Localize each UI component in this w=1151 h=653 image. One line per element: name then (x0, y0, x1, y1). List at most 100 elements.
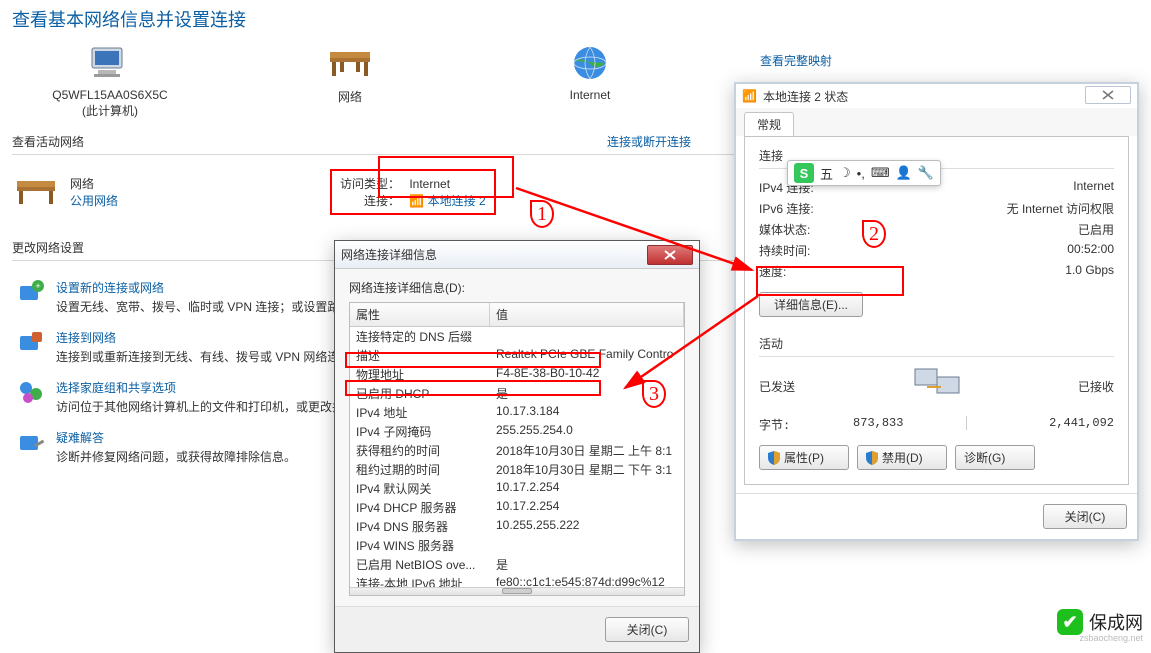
speed-value: 1.0 Gbps (1065, 263, 1114, 280)
prop-cell: 租约过期的时间 (350, 460, 490, 479)
wrench-icon[interactable]: 🔧 (918, 165, 934, 181)
signal-icon: 📶 (409, 194, 424, 208)
detail-title: 网络连接详细信息 (341, 246, 647, 263)
watermark-text: 保成网 (1089, 609, 1143, 635)
val-cell: 10.255.255.222 (490, 517, 684, 536)
prop-cell: IPv4 默认网关 (350, 479, 490, 498)
grid-row[interactable]: 租约过期的时间2018年10月30日 星期二 下午 3:1 (350, 460, 684, 479)
watermark-sub: zsbaocheng.net (1079, 633, 1143, 643)
detail-heading: 网络连接详细信息(D): (349, 279, 685, 296)
prop-cell: IPv4 WINS 服务器 (350, 536, 490, 555)
prop-cell: 描述 (350, 346, 490, 365)
troubleshoot-desc: 诊断并修复网络问题，或获得故障排除信息。 (56, 448, 296, 465)
keyboard-icon[interactable]: ⌨ (871, 165, 890, 181)
connect-net-icon (16, 329, 48, 357)
grid-row[interactable]: 已启用 DHCP是 (350, 384, 684, 403)
detail-titlebar[interactable]: 网络连接详细信息 (335, 241, 699, 269)
moon-icon[interactable]: ☽ (839, 165, 851, 181)
detail-close-button[interactable]: 关闭(C) (605, 617, 689, 642)
view-full-map-link[interactable]: 查看完整映射 (760, 52, 832, 69)
globe-icon (566, 42, 614, 84)
properties-button[interactable]: 属性(P) (759, 445, 849, 470)
grid-row[interactable]: 获得租约的时间2018年10月30日 星期二 上午 8:1 (350, 441, 684, 460)
recv-label: 已接收 (1078, 378, 1114, 395)
col-value[interactable]: 值 (490, 303, 684, 326)
prop-cell: 获得租约的时间 (350, 441, 490, 460)
grid-row[interactable]: IPv4 子网掩码255.255.254.0 (350, 422, 684, 441)
grid-row[interactable]: IPv4 默认网关10.17.2.254 (350, 479, 684, 498)
val-cell: 255.255.254.0 (490, 422, 684, 441)
local-connection-link[interactable]: 本地连接 2 (428, 194, 486, 208)
val-cell (490, 327, 684, 346)
node-network: 网络 (260, 42, 440, 105)
network-name: 网络 (70, 175, 270, 192)
tab-general[interactable]: 常规 (744, 112, 794, 136)
page-title: 查看基本网络信息并设置连接 (0, 0, 1151, 42)
grid-row[interactable]: 描述Realtek PCIe GBE Family Contro (350, 346, 684, 365)
prop-cell: IPv4 DHCP 服务器 (350, 498, 490, 517)
close-icon (664, 250, 676, 260)
val-cell: 是 (490, 555, 684, 574)
grid-row[interactable]: 连接-本地 IPv6 地址fe80::c1c1:e545:874d:d99c%1… (350, 574, 684, 587)
public-network-link[interactable]: 公用网络 (70, 192, 270, 209)
grid-row[interactable]: IPv4 DNS 服务器10.255.255.222 (350, 517, 684, 536)
node-internet-label: Internet (500, 88, 680, 102)
ipv6-conn-value: 无 Internet 访问权限 (1007, 200, 1114, 217)
disable-button[interactable]: 禁用(D) (857, 445, 947, 470)
details-button[interactable]: 详细信息(E)... (759, 292, 863, 317)
grid-row[interactable]: IPv4 WINS 服务器 (350, 536, 684, 555)
node-computer-label: Q5WFL15AA0S6X5C (20, 88, 200, 102)
connect-net-link[interactable]: 连接到网络 (56, 329, 363, 346)
speed-label: 速度: (759, 263, 786, 280)
shield-icon (866, 451, 878, 465)
person-icon[interactable]: 👤 (896, 165, 912, 181)
val-cell (490, 536, 684, 555)
val-cell: Realtek PCIe GBE Family Contro (490, 346, 684, 365)
close-icon (1102, 90, 1114, 100)
prop-cell: 已启用 NetBIOS ove... (350, 555, 490, 574)
connect-net-desc: 连接到或重新连接到无线、有线、拨号或 VPN 网络连接。 (56, 348, 363, 365)
recv-bytes: 2,441,092 (1049, 416, 1114, 433)
ime-wu[interactable]: 五 (820, 164, 833, 183)
status-title: 本地连接 2 状态 (763, 88, 1131, 105)
node-computer: Q5WFL15AA0S6X5C (此计算机) (20, 42, 200, 119)
sent-label: 已发送 (759, 378, 795, 395)
close-button[interactable] (1085, 86, 1131, 104)
access-type-value: Internet (409, 177, 450, 191)
troubleshoot-link[interactable]: 疑难解答 (56, 429, 296, 446)
ime-toolbar[interactable]: S 五 ☽ •, ⌨ 👤 🔧 (787, 160, 941, 186)
prop-cell: 物理地址 (350, 365, 490, 384)
detail-dialog: 网络连接详细信息 网络连接详细信息(D): 属性 值 连接特定的 DNS 后缀描… (334, 240, 700, 653)
troubleshoot-icon (16, 429, 48, 457)
prop-cell: IPv4 子网掩码 (350, 422, 490, 441)
bench-icon (326, 42, 374, 84)
scroll-indicator[interactable] (350, 587, 684, 595)
prop-cell: IPv4 DNS 服务器 (350, 517, 490, 536)
sent-bytes: 873,833 (853, 416, 903, 433)
val-cell: fe80::c1c1:e545:874d:d99c%12 (490, 574, 684, 587)
connect-disconnect-link[interactable]: 连接或断开连接 (607, 133, 691, 150)
grid-row[interactable]: IPv4 地址10.17.3.184 (350, 403, 684, 422)
close-button[interactable] (647, 245, 693, 265)
node-network-label: 网络 (260, 88, 440, 105)
status-titlebar[interactable]: 📶 本地连接 2 状态 (736, 84, 1137, 108)
grid-row[interactable]: IPv4 DHCP 服务器10.17.2.254 (350, 498, 684, 517)
active-net-section-label: 查看活动网络 (0, 129, 96, 154)
media-value: 已启用 (1078, 221, 1114, 238)
status-close-button[interactable]: 关闭(C) (1043, 504, 1127, 529)
grid-row[interactable]: 已启用 NetBIOS ove...是 (350, 555, 684, 574)
val-cell: F4-8E-38-B0-10-42 (490, 365, 684, 384)
new-conn-icon: + (16, 279, 48, 307)
access-type-label: 访问类型： (340, 175, 400, 192)
prop-cell: 连接-本地 IPv6 地址 (350, 574, 490, 587)
grid-row[interactable]: 连接特定的 DNS 后缀 (350, 327, 684, 346)
col-property[interactable]: 属性 (350, 303, 490, 326)
computer-icon (86, 42, 134, 84)
grid-row[interactable]: 物理地址F4-8E-38-B0-10-42 (350, 365, 684, 384)
diagnose-button[interactable]: 诊断(G) (955, 445, 1035, 470)
prop-cell: 连接特定的 DNS 后缀 (350, 327, 490, 346)
svg-text:+: + (35, 281, 40, 291)
val-cell: 10.17.2.254 (490, 479, 684, 498)
watermark: ✔ 保成网 (1057, 609, 1143, 635)
val-cell: 是 (490, 384, 684, 403)
